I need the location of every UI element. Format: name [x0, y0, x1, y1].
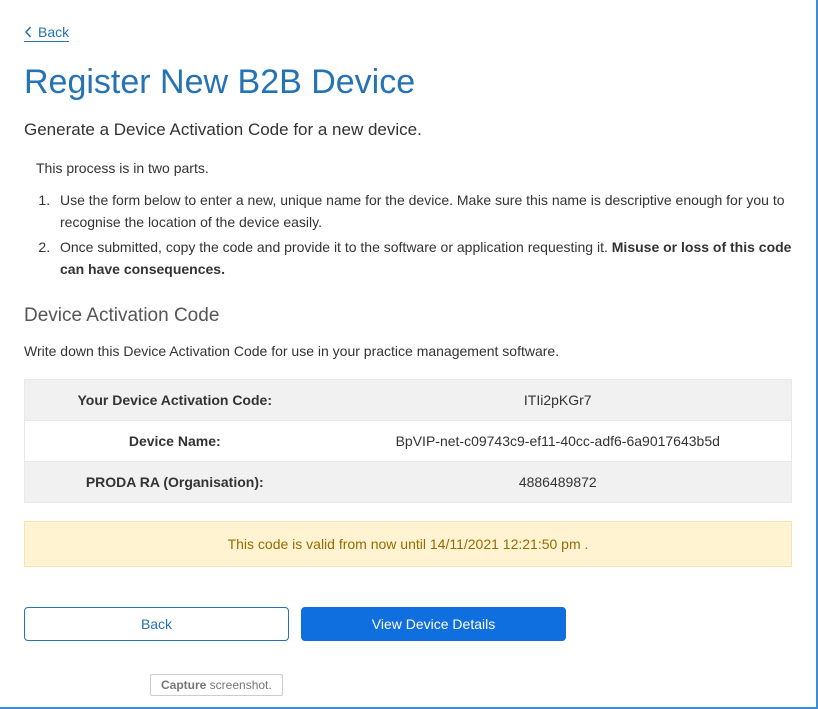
button-row: Back View Device Details — [24, 607, 792, 641]
section-heading: Device Activation Code — [24, 305, 792, 327]
device-name-label: Device Name: — [25, 420, 325, 461]
back-link-label: Back — [38, 24, 69, 40]
step-1: Use the form below to enter a new, uniqu… — [54, 190, 792, 233]
step-2: Once submitted, copy the code and provid… — [54, 237, 792, 280]
device-name-value: BpVIP-net-c09743c9-ef11-40cc-adf6-6a9017… — [325, 420, 792, 461]
steps-list: Use the form below to enter a new, uniqu… — [54, 190, 792, 281]
code-label: Your Device Activation Code: — [25, 379, 325, 420]
ra-value: 4886489872 — [325, 461, 792, 502]
back-button[interactable]: Back — [24, 607, 289, 641]
page-subtitle: Generate a Device Activation Code for a … — [24, 120, 792, 140]
capture-rest: screenshot. — [206, 678, 271, 692]
capture-bold: Capture — [161, 678, 206, 692]
step-2-text: Once submitted, copy the code and provid… — [60, 239, 612, 255]
ra-label: PRODA RA (Organisation): — [25, 461, 325, 502]
code-value: ITIi2pKGr7 — [325, 379, 792, 420]
steps-intro: This process is in two parts. — [36, 160, 792, 176]
page-title: Register New B2B Device — [24, 63, 792, 102]
back-link[interactable]: Back — [24, 24, 69, 42]
chevron-left-icon — [24, 26, 32, 38]
writedown-text: Write down this Device Activation Code f… — [24, 343, 792, 359]
table-row: Device Name: BpVIP-net-c09743c9-ef11-40c… — [25, 420, 792, 461]
table-row: PRODA RA (Organisation): 4886489872 — [25, 461, 792, 502]
table-row: Your Device Activation Code: ITIi2pKGr7 — [25, 379, 792, 420]
validity-notice: This code is valid from now until 14/11/… — [24, 521, 792, 567]
activation-code-table: Your Device Activation Code: ITIi2pKGr7 … — [24, 379, 792, 503]
capture-screenshot-button[interactable]: Capture screenshot. — [150, 674, 283, 696]
view-device-details-button[interactable]: View Device Details — [301, 607, 566, 641]
